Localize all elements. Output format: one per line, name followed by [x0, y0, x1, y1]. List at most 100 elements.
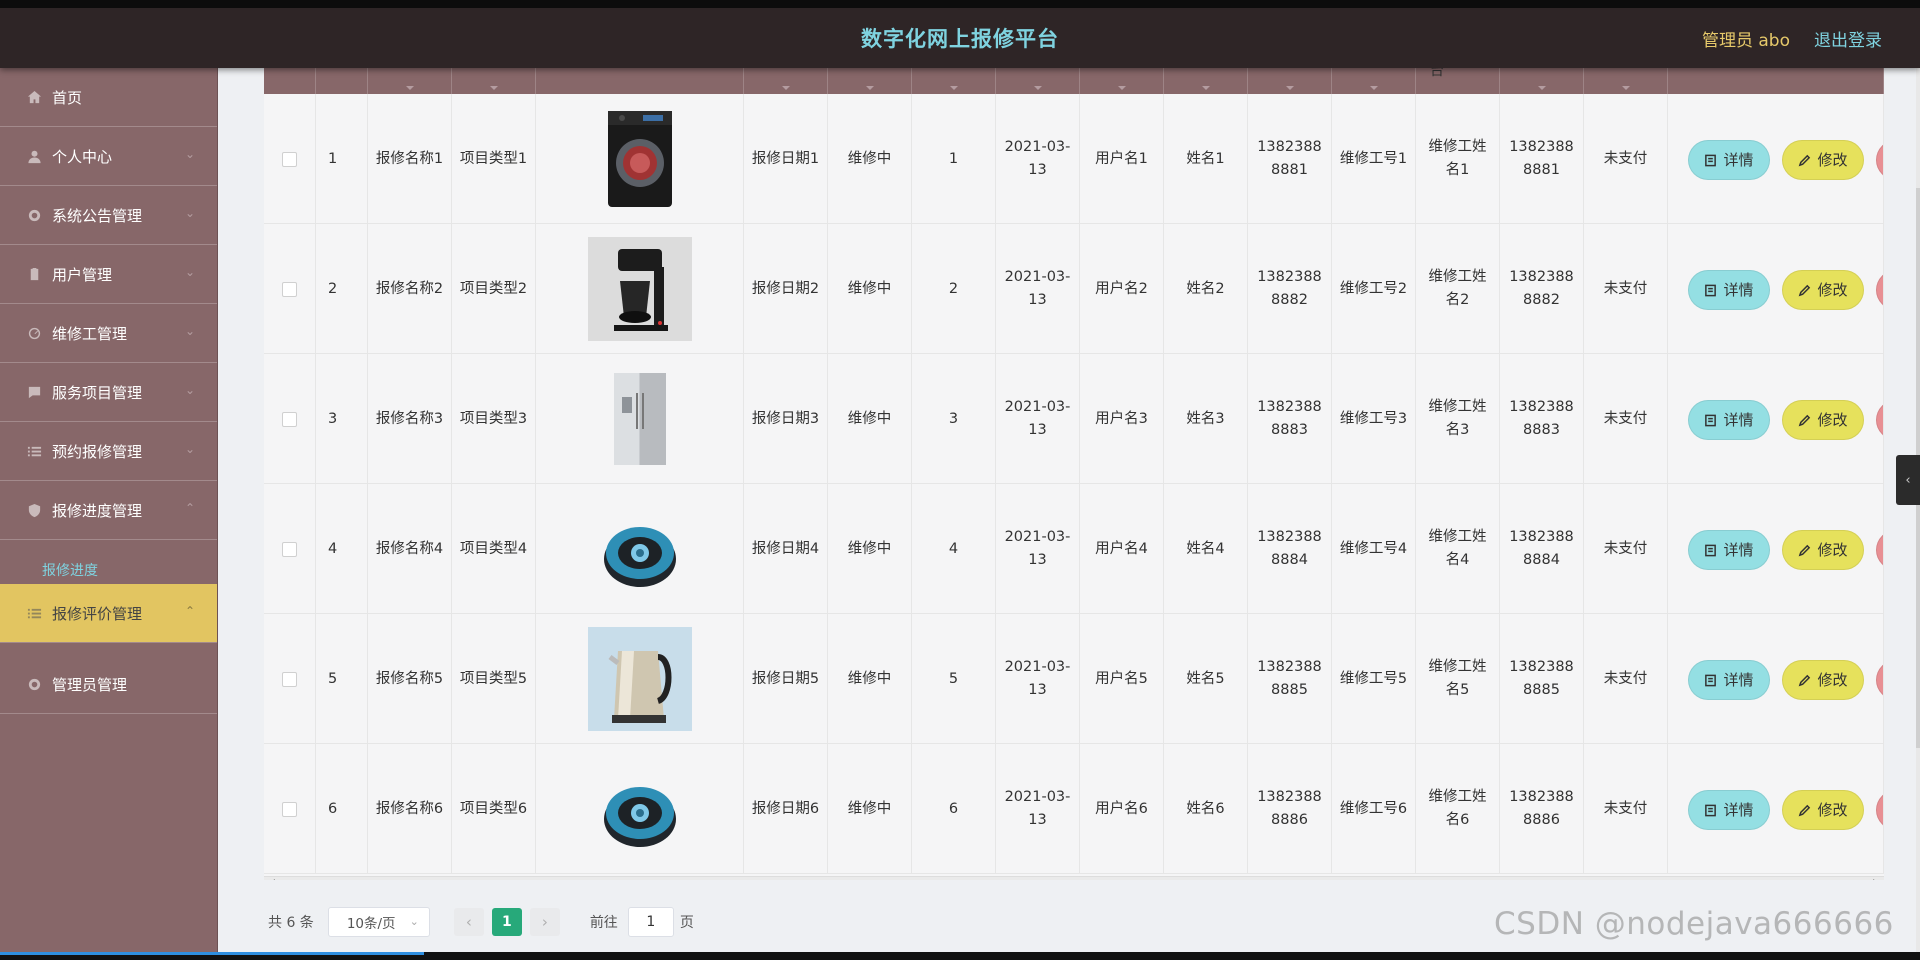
column-header[interactable] [828, 68, 912, 94]
cell-item-type: 项目类型4 [452, 484, 536, 614]
detail-button[interactable]: 详情 [1688, 530, 1770, 570]
column-header[interactable] [1248, 68, 1332, 94]
sidebar-item-1[interactable]: 首页 [0, 68, 217, 127]
sidebar-item-5[interactable]: 维修工管理 ⌄ [0, 304, 217, 363]
delete-button[interactable] [1876, 400, 1883, 440]
edit-button[interactable]: 修改 [1782, 790, 1864, 830]
detail-button[interactable]: 详情 [1688, 270, 1770, 310]
cell-phone: 13823888883 [1248, 354, 1332, 484]
column-header[interactable] [996, 68, 1080, 94]
sort-caret-icon[interactable] [1033, 86, 1042, 90]
scroll-right-icon[interactable]: ▶ [1873, 878, 1880, 880]
column-header[interactable] [452, 68, 536, 94]
row-checkbox[interactable] [282, 151, 297, 167]
sort-caret-icon[interactable] [1285, 86, 1294, 90]
column-header[interactable] [1080, 68, 1164, 94]
document-icon [1705, 674, 1717, 686]
cell-worker-name: 维修工姓名5 [1416, 614, 1500, 744]
cell-worker-no: 维修工号1 [1332, 94, 1416, 224]
detail-button[interactable]: 详情 [1688, 790, 1770, 830]
sort-caret-icon[interactable] [865, 86, 874, 90]
row-checkbox[interactable] [282, 671, 297, 687]
column-header[interactable] [536, 68, 744, 94]
actions-cell: 详情 修改 [1668, 224, 1884, 354]
goto-page-input[interactable]: 1 [627, 907, 674, 937]
sidebar-item-8[interactable]: 报修进度管理 ⌃ [0, 481, 217, 540]
vertical-scrollbar[interactable] [1916, 68, 1920, 960]
pagination-total: 共 6 条 [268, 915, 314, 931]
cell-worker-phone: 13823888881 [1500, 94, 1584, 224]
sort-caret-icon[interactable] [1117, 86, 1126, 90]
sort-caret-icon[interactable] [1621, 86, 1630, 90]
collapse-panel-button[interactable]: ‹ [1896, 455, 1920, 505]
cell-phone: 13823888882 [1248, 224, 1332, 354]
goto-label: 前往 [589, 915, 618, 931]
sort-caret-icon[interactable] [1201, 86, 1210, 90]
column-header[interactable] [1332, 68, 1416, 94]
row-checkbox[interactable] [282, 281, 297, 297]
cell-repair-date: 报修日期5 [744, 614, 828, 744]
column-header[interactable] [368, 68, 452, 94]
sidebar-item-6[interactable]: 服务项目管理 ⌄ [0, 363, 217, 422]
table-row[interactable]: 2 报修名称2 项目类型2 报修日期2 维修中 2 2021-03-13 用户名2 姓名2 138… [264, 224, 1884, 354]
table-row[interactable]: 4 报修名称4 项目类型4 报修日期4 维修中 4 2021-03-13 用户名4 姓名4 138… [264, 484, 1884, 614]
horizontal-scrollbar[interactable]: ◀ ▶ [264, 876, 1884, 880]
column-header[interactable] [316, 68, 368, 94]
row-checkbox[interactable] [282, 411, 297, 427]
edit-button[interactable]: 修改 [1782, 400, 1864, 440]
page-number-current[interactable]: 1 [491, 908, 522, 936]
column-header[interactable] [1164, 68, 1248, 94]
document-icon [1705, 284, 1717, 296]
column-header[interactable] [1500, 68, 1584, 94]
sidebar-item-7[interactable]: 预约报修管理 ⌄ [0, 422, 217, 481]
detail-button[interactable]: 详情 [1688, 660, 1770, 700]
sort-caret-icon[interactable] [1369, 86, 1378, 90]
delete-button[interactable] [1876, 140, 1883, 180]
edit-button[interactable]: 修改 [1782, 530, 1864, 570]
prev-page-button[interactable]: ‹ [453, 908, 484, 936]
edit-button[interactable]: 修改 [1782, 660, 1864, 700]
column-header[interactable] [744, 68, 828, 94]
sort-caret-icon[interactable] [949, 86, 958, 90]
chevron-down-icon: ⌄ [409, 915, 419, 928]
logout-link[interactable]: 退出登录 [1814, 26, 1882, 51]
next-page-button[interactable]: › [529, 908, 560, 936]
detail-label: 详情 [1723, 280, 1754, 299]
sidebar-subitem-progress[interactable]: 报修进度 [0, 540, 217, 584]
sort-caret-icon[interactable] [405, 86, 414, 90]
delete-button[interactable] [1876, 270, 1883, 310]
sort-caret-icon[interactable] [1537, 86, 1546, 90]
sidebar-item-9[interactable]: 报修评价管理 ⌃ [0, 584, 217, 643]
delete-button[interactable] [1876, 530, 1883, 570]
sidebar-item-2[interactable]: 个人中心 ⌄ [0, 127, 217, 186]
table-row[interactable]: 1 报修名称1 项目类型1 报修日期1 维修中 1 2021-03-13 用户名1 姓名1 138… [264, 94, 1884, 224]
page-size-select[interactable]: 10条/页 ⌄ [327, 907, 430, 937]
chevron-icon: ⌄ [184, 147, 195, 161]
sidebar-item-4[interactable]: 用户管理 ⌄ [0, 245, 217, 304]
row-checkbox[interactable] [282, 541, 297, 557]
scroll-left-icon[interactable]: ◀ [268, 878, 275, 880]
table-row[interactable]: 3 报修名称3 项目类型3 报修日期3 维修中 3 2021-03-13 用户名3 姓名3 138… [264, 354, 1884, 484]
row-checkbox[interactable] [282, 801, 297, 817]
edit-button[interactable]: 修改 [1782, 270, 1864, 310]
chevron-icon: ⌄ [184, 324, 195, 338]
sidebar-item-3[interactable]: 系统公告管理 ⌄ [0, 186, 217, 245]
edit-button[interactable]: 修改 [1782, 140, 1864, 180]
delete-button[interactable] [1876, 660, 1883, 700]
sort-caret-icon[interactable] [489, 86, 498, 90]
column-header[interactable]: 台 [1416, 68, 1500, 94]
table-row[interactable]: 5 报修名称5 项目类型5 报修日期5 维修中 5 2021-03-13 用户名5 姓名5 138… [264, 614, 1884, 744]
detail-label: 详情 [1723, 800, 1754, 819]
detail-button[interactable]: 详情 [1688, 400, 1770, 440]
column-header[interactable] [912, 68, 996, 94]
sort-caret-icon[interactable] [781, 86, 790, 90]
chevron-icon: ⌄ [184, 206, 195, 220]
detail-button[interactable]: 详情 [1688, 140, 1770, 180]
cell-worker-no: 维修工号6 [1332, 744, 1416, 874]
table-row[interactable]: 6 报修名称6 项目类型6 报修日期6 维修中 6 2021-03-13 用户名6 姓名6 138… [264, 744, 1884, 874]
column-header[interactable] [1584, 68, 1668, 94]
delete-button[interactable] [1876, 790, 1883, 830]
column-header[interactable] [1668, 68, 1884, 94]
sidebar-item-10[interactable]: 管理员管理 [0, 655, 217, 714]
column-header[interactable] [264, 68, 316, 94]
